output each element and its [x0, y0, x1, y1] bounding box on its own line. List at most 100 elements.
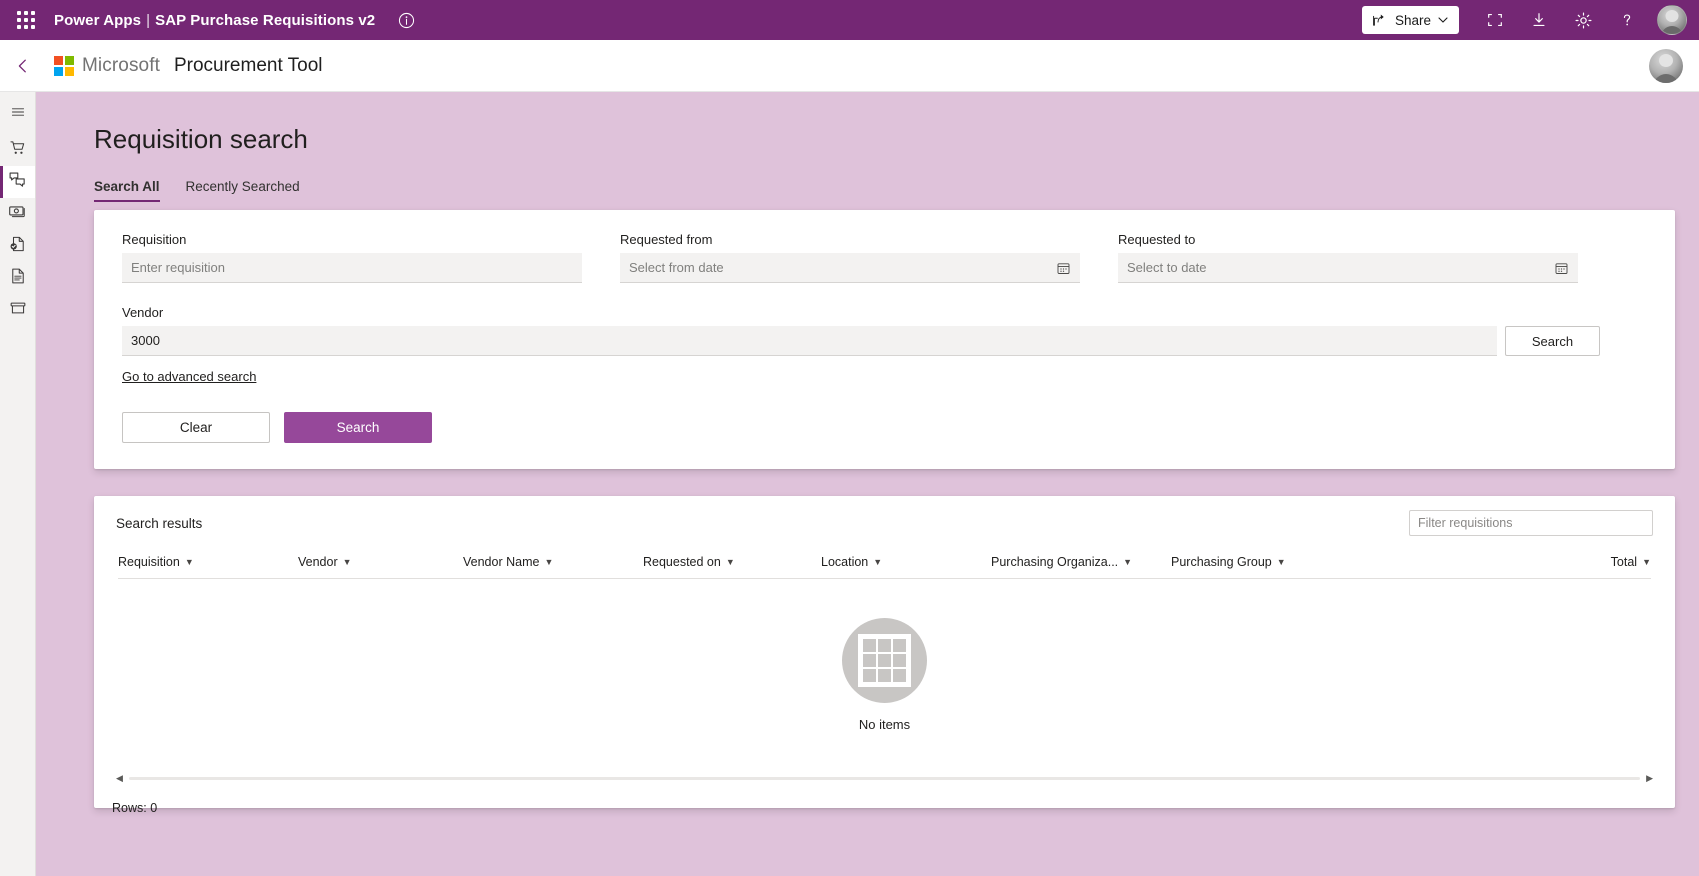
- sidebar-item-payments[interactable]: [0, 198, 35, 230]
- top-app-bar: Power Apps | SAP Purchase Requisitions v2 …: [0, 0, 1699, 40]
- requested-from-wrapper: [620, 253, 1080, 283]
- avatar[interactable]: [1649, 49, 1683, 83]
- archive-box-icon: [9, 299, 27, 322]
- document-lines-icon: [9, 267, 27, 290]
- column-label: Purchasing Organiza...: [991, 555, 1119, 569]
- product-name: Power Apps: [54, 11, 142, 29]
- vendor-search-button[interactable]: Search: [1505, 326, 1600, 356]
- body: Requisition search Search All Recently S…: [0, 92, 1699, 876]
- results-header: Search results: [94, 496, 1675, 546]
- vendor-input[interactable]: [122, 326, 1497, 356]
- search-results-card: Search results Requisition ▼ Vendor ▼ Ve…: [94, 496, 1675, 815]
- calendar-icon[interactable]: [1552, 259, 1570, 277]
- hamburger-icon: [10, 104, 26, 125]
- brand-label: Microsoft: [82, 54, 160, 76]
- grid-placeholder-icon: [842, 618, 927, 703]
- chevron-down-icon: ▼: [725, 556, 735, 567]
- scroll-track[interactable]: [128, 776, 1641, 780]
- column-header-vendor-name[interactable]: Vendor Name ▼: [463, 555, 643, 569]
- help-question-icon[interactable]: [1605, 0, 1649, 40]
- rows-count-label: Rows: 0: [112, 801, 158, 815]
- column-header-vendor[interactable]: Vendor ▼: [298, 555, 463, 569]
- requisition-label: Requisition: [122, 232, 187, 247]
- vendor-label: Vendor: [122, 305, 164, 320]
- column-label: Requisition: [118, 555, 180, 569]
- column-header-purchasing-group[interactable]: Purchasing Group ▼: [1171, 555, 1351, 569]
- search-field-row: Requisition Requested from: [122, 232, 1647, 283]
- chevron-down-icon: ▼: [184, 556, 194, 567]
- requested-from-input[interactable]: [620, 253, 1080, 283]
- column-header-requisition[interactable]: Requisition ▼: [118, 555, 298, 569]
- chevron-down-icon: [1438, 17, 1448, 23]
- requisition-field-group: Requisition: [122, 232, 582, 283]
- download-icon[interactable]: [1517, 0, 1561, 40]
- sidebar-item-hamburger-menu[interactable]: [0, 98, 35, 130]
- app-name: SAP Purchase Requisitions v2: [155, 11, 376, 29]
- column-label: Total: [1610, 555, 1638, 569]
- search-form-card: Requisition Requested from: [94, 210, 1675, 469]
- sidebar-item-requisitions[interactable]: [0, 166, 35, 198]
- requested-from-label: Requested from: [620, 232, 713, 247]
- form-action-buttons: Clear Search: [122, 412, 1647, 443]
- calendar-icon[interactable]: [1054, 259, 1072, 277]
- vendor-section: Vendor Search: [122, 305, 1647, 356]
- column-header-location[interactable]: Location ▼: [821, 555, 991, 569]
- waffle-menu-button[interactable]: [8, 2, 44, 38]
- horizontal-scrollbar[interactable]: ◀ ▶: [116, 771, 1653, 785]
- column-label: Purchasing Group: [1171, 555, 1272, 569]
- sidebar-item-archive[interactable]: [0, 294, 35, 326]
- gear-icon[interactable]: [1561, 0, 1605, 40]
- results-title: Search results: [116, 515, 203, 531]
- column-label: Requested on: [643, 555, 721, 569]
- clear-button[interactable]: Clear: [122, 412, 270, 443]
- chevron-down-icon: ▼: [1642, 556, 1651, 567]
- cart-icon: [9, 139, 27, 162]
- top-bar-actions: Share: [1361, 0, 1687, 40]
- waffle-grid-icon: [17, 11, 35, 29]
- chevron-down-icon: ▼: [873, 556, 883, 567]
- column-header-purchasing-organization[interactable]: Purchasing Organiza... ▼: [991, 555, 1171, 569]
- share-arrow-icon: [1373, 14, 1384, 26]
- search-button[interactable]: Search: [284, 412, 432, 443]
- empty-state: No items: [94, 579, 1675, 771]
- page-tool-name: Procurement Tool: [173, 54, 323, 76]
- chevron-down-icon: ▼: [544, 556, 554, 567]
- vendor-row: Search: [122, 326, 1647, 356]
- sidebar-item-document-list[interactable]: [0, 262, 35, 294]
- requested-to-input[interactable]: [1118, 253, 1578, 283]
- fullscreen-icon[interactable]: [1473, 0, 1517, 40]
- share-button[interactable]: Share: [1361, 6, 1459, 34]
- page-title: Requisition search: [94, 124, 308, 154]
- left-sidebar: [0, 92, 36, 876]
- triangle-left-icon[interactable]: ◀: [116, 773, 123, 784]
- avatar[interactable]: [1657, 5, 1687, 35]
- app-canvas: Requisition search Search All Recently S…: [36, 92, 1699, 876]
- chevron-down-icon: ▼: [342, 556, 352, 567]
- empty-state-text: No items: [858, 717, 911, 732]
- sidebar-item-shopping-cart[interactable]: [0, 134, 35, 166]
- app-title: Power Apps | SAP Purchase Requisitions v2: [54, 12, 375, 29]
- chevron-down-icon: ▼: [1123, 556, 1133, 567]
- requested-to-field-group: Requested to: [1118, 232, 1578, 283]
- info-circle-icon[interactable]: [395, 9, 417, 31]
- requisition-input[interactable]: [122, 253, 582, 283]
- speech-bubbles-icon: [8, 170, 27, 194]
- tab-search-all[interactable]: Search All: [94, 179, 160, 202]
- title-separator: |: [146, 11, 151, 29]
- triangle-right-icon[interactable]: ▶: [1646, 773, 1653, 784]
- tab-strip: Search All Recently Searched: [94, 179, 1699, 202]
- tab-recently-searched[interactable]: Recently Searched: [186, 179, 300, 202]
- requested-from-field-group: Requested from: [620, 232, 1080, 283]
- column-header-requested-on[interactable]: Requested on ▼: [643, 555, 821, 569]
- back-chevron-icon[interactable]: [8, 51, 38, 81]
- share-button-label: Share: [1394, 12, 1431, 28]
- advanced-search-link[interactable]: Go to advanced search: [122, 369, 256, 384]
- document-check-icon: [9, 235, 27, 258]
- microsoft-logo: [54, 55, 74, 76]
- filter-requisitions-input[interactable]: [1409, 510, 1653, 536]
- column-header-total[interactable]: Total ▼: [1351, 555, 1651, 569]
- sidebar-item-approved-document[interactable]: [0, 230, 35, 262]
- column-label: Vendor: [298, 555, 338, 569]
- requested-to-label: Requested to: [1118, 232, 1196, 247]
- column-label: Location: [821, 555, 869, 569]
